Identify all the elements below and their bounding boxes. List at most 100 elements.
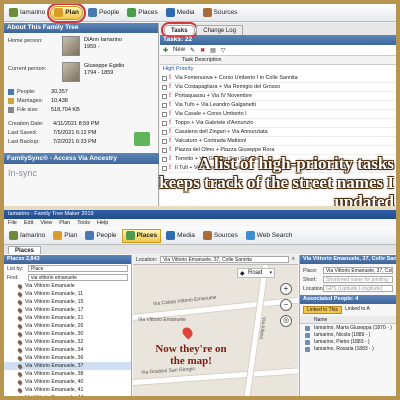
find-input[interactable]: via vittorio emanuele xyxy=(28,274,128,281)
delete-icon[interactable]: ✖ xyxy=(200,47,205,54)
toolbar-media[interactable]: Media xyxy=(163,6,198,20)
location-input[interactable]: Via Vittorio Emanuele, 37, Colle Sannita xyxy=(160,256,289,263)
place-row[interactable]: Via Vittorio Emanuele, 26 xyxy=(4,322,131,330)
tab-places[interactable]: Places xyxy=(8,246,42,254)
priority-flag-icon: ! xyxy=(169,84,171,90)
toolbar-sources[interactable]: Sources xyxy=(200,6,241,20)
person-row[interactable]: Iamarino, Maria Giuseppa (1870 - ) xyxy=(300,325,396,332)
task-checkbox[interactable] xyxy=(162,138,167,144)
place-row[interactable]: Via Vittorio Emanuele xyxy=(4,282,131,290)
toolbar-people[interactable]: People xyxy=(82,229,119,243)
person-row[interactable]: Iamarino, Rosaria (1883 - ) xyxy=(300,346,396,353)
place-row[interactable]: Via Vittorio Emanuele, 41 xyxy=(4,386,131,394)
map-caption: Now they're on the map! xyxy=(155,343,227,367)
zoom-out-button[interactable]: − xyxy=(280,299,292,311)
tab-change-log[interactable]: Change Log xyxy=(196,25,243,35)
toolbar-plan[interactable]: Plan xyxy=(50,229,80,243)
map-view[interactable]: Via Calata Vittorio Emanuele Via Vittori… xyxy=(133,265,298,396)
place-row[interactable]: Via Vittorio Emanuele, 15 xyxy=(4,298,131,306)
task-row[interactable]: ! Via Tufo + Via Leandro Galganetti xyxy=(160,101,396,110)
place-row[interactable]: Via Vittorio Emanuele, 30 xyxy=(4,330,131,338)
print-icon[interactable]: ▤ xyxy=(210,47,216,54)
gps-input[interactable]: GPS (Latitude,Longitude) xyxy=(323,285,393,292)
toolbar-sources[interactable]: Sources xyxy=(200,229,241,243)
task-row[interactable]: ! Valcaturo + Contrada Mattioni xyxy=(160,137,396,146)
menu-plan[interactable]: Plan xyxy=(59,219,70,227)
place-name: Via Vittorio Emanuele, 11 xyxy=(25,291,83,297)
task-checkbox[interactable] xyxy=(162,75,167,81)
filter-icon[interactable]: ▽ xyxy=(221,47,226,54)
place-row[interactable]: Via Vittorio Emanuele, 37 xyxy=(4,362,131,370)
home-person-name[interactable]: DiAnn Iamarino xyxy=(84,37,122,43)
task-checkbox[interactable] xyxy=(162,102,167,108)
toolbar-home[interactable]: Iamarino xyxy=(6,6,48,20)
toolbar-home[interactable]: Iamarino xyxy=(6,229,48,243)
backup-icon[interactable] xyxy=(134,132,150,146)
place-row[interactable]: Via Vittorio Emanuele, 36 xyxy=(4,354,131,362)
tab-tasks[interactable]: Tasks xyxy=(161,22,198,38)
place-row[interactable]: Via Vittorio Emanuele, 44 xyxy=(4,394,131,396)
shortname-input[interactable]: Shortened name for printing xyxy=(323,276,393,283)
task-checkbox[interactable] xyxy=(162,120,167,126)
place-row[interactable]: Via Vittorio Emanuele, 32 xyxy=(4,338,131,346)
map-type-select[interactable]: ◆ Road ▾ xyxy=(237,268,275,278)
task-row[interactable]: ! Via Costapagliara + Via Remigio del Gro… xyxy=(160,83,396,92)
task-checkbox[interactable] xyxy=(162,129,167,135)
home-person-photo xyxy=(62,36,80,56)
home-person-label: Home person: xyxy=(8,38,43,44)
toolbar-plan[interactable]: Plan xyxy=(47,4,87,23)
person-row[interactable]: Iamarino, Nicola (1889 - ) xyxy=(300,332,396,339)
task-row[interactable]: ! Toppo + Via Gabriele d'Annunzio xyxy=(160,119,396,128)
menu-tools[interactable]: Tools xyxy=(77,219,90,227)
linked-this-button[interactable]: Linked to This xyxy=(303,306,343,314)
toolbar-places[interactable]: Places xyxy=(121,228,162,243)
task-row[interactable]: ! Casaleno dell Zingari + Via Annunziata xyxy=(160,128,396,137)
task-checkbox[interactable] xyxy=(162,84,167,90)
toolbar-web-search[interactable]: Web Search xyxy=(243,229,296,243)
menu-edit[interactable]: Edit xyxy=(24,219,33,227)
place-pin-icon xyxy=(16,362,24,370)
task-checkbox[interactable] xyxy=(162,147,167,153)
toolbar-media[interactable]: Media xyxy=(163,229,198,243)
list-by-select[interactable]: Place xyxy=(28,265,128,272)
date-row: Creation Date: 4/11/2021 8:59 PM xyxy=(8,121,118,130)
linked-all-button[interactable]: Linked to A xyxy=(345,306,370,314)
task-checkbox[interactable] xyxy=(162,111,167,117)
task-row[interactable]: ! Via Casale + Corso Umberto I xyxy=(160,110,396,119)
window-title: Iamarino - Family Tree Maker 2019 xyxy=(4,210,396,219)
familysync-title: FamilySync® - Access Via Ancestry xyxy=(4,153,159,164)
task-description-header[interactable]: Task Description xyxy=(160,56,396,65)
place-pin-icon xyxy=(16,386,24,394)
edit-icon[interactable]: ✎ xyxy=(190,47,195,54)
toolbar-label: People xyxy=(96,232,117,239)
zoom-in-button[interactable]: + xyxy=(280,283,292,295)
place-pin-icon xyxy=(16,298,24,306)
task-row[interactable]: ! Via Fontenuova + Corso Umberto I in Col… xyxy=(160,74,396,83)
toolbar-places[interactable]: Places xyxy=(124,6,161,20)
menu-view[interactable]: View xyxy=(40,219,52,227)
place-row[interactable]: Via Vittorio Emanuele, 21 xyxy=(4,314,131,322)
place-row[interactable]: Via Vittorio Emanuele, 38 xyxy=(4,370,131,378)
toolbar-people[interactable]: People xyxy=(85,6,122,20)
menu-help[interactable]: Help xyxy=(97,219,108,227)
place-row[interactable]: Via Vittorio Emanuele, 34 xyxy=(4,346,131,354)
search-icon[interactable]: ⌕ xyxy=(292,256,295,263)
map-pin-icon[interactable] xyxy=(180,325,195,340)
place-name: Via Vittorio Emanuele, 15 xyxy=(25,299,84,305)
toolbar-label: Iamarino xyxy=(20,232,46,239)
person-row[interactable]: Iamarino, Pietro (1883 - ) xyxy=(300,339,396,346)
menu-file[interactable]: File xyxy=(8,219,17,227)
new-task-button[interactable]: New xyxy=(173,47,185,53)
place-input[interactable]: Via Vittorio Emanuele, 37, Colle Sannita xyxy=(323,267,393,274)
tree-icon xyxy=(9,8,18,17)
name-column-header[interactable]: Name xyxy=(300,316,396,324)
task-checkbox[interactable] xyxy=(162,93,167,99)
task-row[interactable]: ! Portaquassu + Via IV Novembre xyxy=(160,92,396,101)
task-description: Piazza del Olmo + Piazza Giuseppe Rora xyxy=(175,147,275,153)
place-row[interactable]: Via Vittorio Emanuele, 11 xyxy=(4,290,131,298)
current-person-name[interactable]: Giuseppe Egidio xyxy=(84,63,124,69)
place-row[interactable]: Via Vittorio Emanuele, 17 xyxy=(4,306,131,314)
locate-icon[interactable]: ◎ xyxy=(280,315,292,327)
place-row[interactable]: Via Vittorio Emanuele, 40 xyxy=(4,378,131,386)
place-details-title: Via Vittorio Emanuele, 37, Colle Sann xyxy=(300,255,396,264)
